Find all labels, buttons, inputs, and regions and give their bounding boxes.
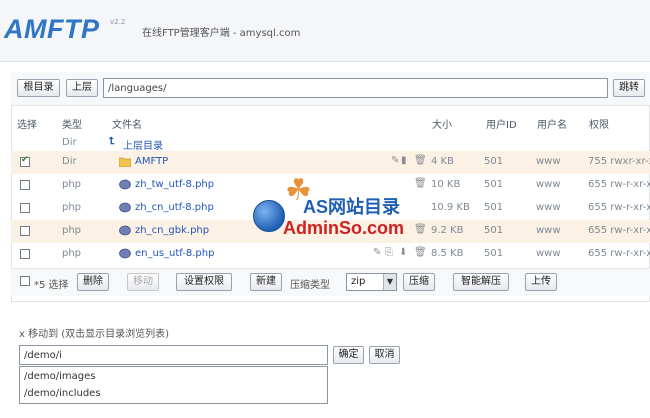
row-uid: 501 — [484, 156, 504, 167]
php-file-icon — [119, 202, 131, 213]
stats-icon[interactable]: ▮ — [401, 155, 407, 166]
row-size: 4 KB — [431, 156, 454, 167]
compress-type-label: 压缩类型 — [290, 280, 330, 291]
root-dir-button[interactable]: 根目录 — [17, 79, 60, 97]
watermark-line2: AdminSo.com — [283, 218, 405, 238]
row-user: www — [536, 156, 561, 167]
new-button[interactable]: 新建 — [250, 273, 282, 291]
row-uid: 501 — [484, 248, 504, 259]
row-filename[interactable]: zh_cn_gbk.php — [135, 225, 209, 236]
row-type: php — [62, 179, 82, 190]
delete-icon[interactable]: 🗑 — [414, 224, 427, 235]
row-checkbox[interactable] — [20, 249, 30, 259]
move-button[interactable]: 移动 — [127, 273, 159, 291]
move-target-input[interactable] — [19, 345, 328, 365]
row-type: Dir — [62, 156, 77, 167]
delete-icon[interactable]: 🗑 — [414, 155, 427, 166]
col-header-name[interactable]: 文件名 — [112, 116, 142, 131]
row-checkbox[interactable] — [20, 226, 30, 236]
parent-dir-link[interactable]: 上层目录 — [123, 137, 163, 152]
col-header-type: 类型 — [62, 120, 82, 131]
row-perm[interactable]: 655 rw-r-xr-x — [588, 179, 650, 190]
watermark-logo: ☘ AS网站目录 AdminSo.com — [245, 176, 415, 246]
col-header-size[interactable]: 大小 — [432, 116, 452, 131]
php-file-icon — [119, 179, 131, 190]
row-size: 8.5 KB — [431, 248, 464, 259]
col-header-uid[interactable]: 用户ID — [486, 116, 517, 131]
row-user: www — [536, 248, 561, 259]
jump-button[interactable]: 跳转 — [613, 79, 645, 97]
row-filename[interactable]: en_us_utf-8.php — [135, 248, 214, 259]
selected-count: *5 选择 — [34, 280, 69, 291]
row-uid: 501 — [484, 179, 504, 190]
app-version: v2.2 — [110, 18, 126, 26]
upload-button[interactable]: 上传 — [525, 273, 557, 291]
row-user: www — [536, 202, 561, 213]
compress-button[interactable]: 压缩 — [403, 273, 435, 291]
app-tagline: 在线FTP管理客户端 - amysql.com — [142, 28, 301, 39]
confirm-button[interactable]: 确定 — [333, 346, 364, 364]
app-logo: AMFTP — [4, 14, 100, 44]
row-type: php — [62, 225, 82, 236]
col-header-select: 选择 — [17, 120, 37, 131]
edit-icon[interactable]: ✎ — [391, 155, 399, 166]
row-type: php — [62, 202, 82, 213]
autocomplete-item[interactable]: /demo/images — [24, 371, 95, 382]
path-input[interactable] — [103, 78, 608, 98]
select-all-checkbox[interactable] — [20, 276, 30, 286]
download-icon[interactable]: ⬇ — [399, 247, 407, 258]
row-size: 9.2 KB — [431, 225, 464, 236]
row-user: www — [536, 225, 561, 236]
autocomplete-list: /demo/images /demo/includes — [19, 366, 328, 404]
folder-icon — [119, 157, 131, 167]
row-uid: 501 — [484, 225, 504, 236]
chevron-down-icon: ▼ — [383, 274, 396, 290]
globe-icon — [253, 200, 285, 232]
row-user: www — [536, 179, 561, 190]
row-checkbox[interactable] — [20, 155, 30, 167]
up-arrow-icon: ⮤ — [109, 136, 115, 147]
edit-icon[interactable]: ✎ — [373, 247, 381, 258]
row-size: 10 KB — [431, 179, 461, 190]
row-uid: 501 — [484, 202, 504, 213]
cancel-button[interactable]: 取消 — [369, 346, 400, 364]
row-perm[interactable]: 655 rw-r-xr-x — [588, 225, 650, 236]
row-perm[interactable]: 755 rwxr-xr-x — [588, 156, 650, 167]
compress-type-select[interactable]: zip ▼ — [346, 273, 397, 291]
delete-button[interactable]: 删除 — [77, 273, 109, 291]
delete-icon[interactable]: 🗑 — [414, 178, 427, 189]
move-to-title[interactable]: x 移动到 (双击显示目录浏览列表) — [19, 325, 169, 340]
row-filename[interactable]: zh_tw_utf-8.php — [135, 179, 214, 190]
row-type: Dir — [62, 137, 77, 148]
smart-extract-button[interactable]: 智能解压 — [453, 273, 509, 291]
row-perm[interactable]: 655 rw-r-xr-x — [588, 202, 650, 213]
set-permission-button[interactable]: 设置权限 — [176, 273, 232, 291]
table-row[interactable]: Dir AMFTP ✎ ▮ 🗑 4 KB 501 www 755 rwxr-xr… — [11, 151, 650, 174]
copy-icon[interactable]: ⎘ — [385, 247, 393, 258]
row-checkbox[interactable] — [20, 180, 30, 190]
row-filename[interactable]: AMFTP — [135, 156, 168, 167]
up-dir-button[interactable]: 上层 — [66, 79, 98, 97]
delete-icon[interactable]: 🗑 — [414, 247, 427, 258]
php-file-icon — [119, 225, 131, 236]
row-type: php — [62, 248, 82, 259]
php-file-icon — [119, 248, 131, 259]
row-checkbox[interactable] — [20, 203, 30, 213]
watermark-line1: AS网站目录 — [303, 197, 401, 217]
table-row[interactable]: php en_us_utf-8.php ✎ ⎘ ⬇ 🗑 8.5 KB 501 w… — [11, 243, 650, 266]
row-perm[interactable]: 655 rw-r-xr-x — [588, 248, 650, 259]
row-filename[interactable]: zh_cn_utf-8.php — [135, 202, 214, 213]
col-header-perm[interactable]: 权限 — [589, 116, 609, 131]
autocomplete-item[interactable]: /demo/includes — [24, 388, 101, 399]
row-size: 10.9 KB — [431, 202, 470, 213]
compress-type-value: zip — [351, 276, 366, 287]
col-header-user[interactable]: 用户名 — [537, 116, 567, 131]
